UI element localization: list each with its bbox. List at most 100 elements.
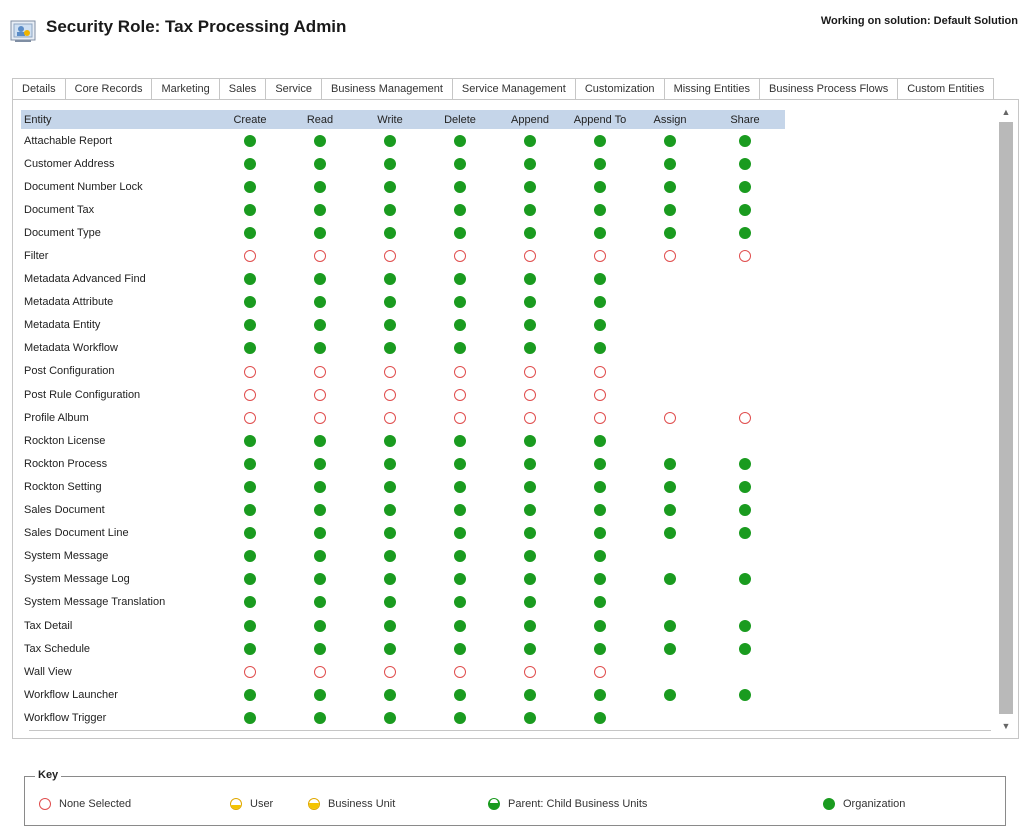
organization-level-icon[interactable] [524,157,536,170]
privilege-cell-assign[interactable] [635,614,705,637]
organization-level-icon[interactable] [314,157,326,170]
organization-level-icon[interactable] [524,457,536,470]
privilege-cell-create[interactable] [215,291,285,314]
organization-level-icon[interactable] [244,481,256,493]
organization-level-icon[interactable] [244,296,256,309]
privilege-cell-write[interactable] [355,152,425,175]
privilege-cell-delete[interactable] [425,614,495,637]
none-selected-icon[interactable] [314,388,326,401]
organization-level-icon[interactable] [244,226,256,239]
organization-level-icon[interactable] [594,296,606,309]
privilege-cell-delete[interactable] [425,291,495,314]
privilege-cell-create[interactable] [215,706,285,729]
organization-level-icon[interactable] [739,504,751,517]
privilege-cell-create[interactable] [215,221,285,244]
privilege-cell-delete[interactable] [425,522,495,545]
organization-level-icon[interactable] [524,273,536,286]
none-selected-icon[interactable] [524,388,536,401]
privilege-cell-share[interactable] [705,406,785,429]
privilege-cell-share[interactable] [705,129,785,152]
none-selected-icon[interactable] [314,250,326,263]
privilege-cell-append-to[interactable] [565,291,635,314]
organization-level-icon[interactable] [244,457,256,470]
none-selected-icon[interactable] [454,250,466,263]
privilege-cell-append-to[interactable] [565,360,635,383]
privilege-cell-delete[interactable] [425,591,495,614]
privilege-cell-delete[interactable] [425,429,495,452]
organization-level-icon[interactable] [524,296,536,309]
organization-level-icon[interactable] [454,203,466,216]
organization-level-icon[interactable] [454,550,466,563]
privilege-cell-append-to[interactable] [565,452,635,475]
privilege-cell-delete[interactable] [425,175,495,198]
organization-level-icon[interactable] [384,296,396,309]
privilege-cell-append[interactable] [495,706,565,729]
organization-level-icon[interactable] [384,134,396,147]
none-selected-icon[interactable] [664,250,676,263]
privilege-cell-create[interactable] [215,268,285,291]
privilege-cell-append[interactable] [495,291,565,314]
privilege-cell-append-to[interactable] [565,383,635,406]
organization-level-icon[interactable] [594,203,606,216]
privilege-cell-append-to[interactable] [565,545,635,568]
organization-level-icon[interactable] [384,550,396,563]
organization-level-icon[interactable] [664,134,676,147]
privilege-cell-append[interactable] [495,221,565,244]
organization-level-icon[interactable] [454,319,466,332]
privilege-cell-write[interactable] [355,360,425,383]
privilege-cell-create[interactable] [215,637,285,660]
privilege-cell-assign[interactable] [635,475,705,498]
organization-level-icon[interactable] [739,573,751,586]
privilege-cell-create[interactable] [215,314,285,337]
privilege-cell-delete[interactable] [425,545,495,568]
organization-level-icon[interactable] [524,434,536,447]
privilege-cell-read[interactable] [285,291,355,314]
privilege-cell-create[interactable] [215,591,285,614]
organization-level-icon[interactable] [384,481,396,493]
organization-level-icon[interactable] [524,342,536,355]
privilege-cell-share[interactable] [705,637,785,660]
none-selected-icon[interactable] [594,250,606,263]
organization-level-icon[interactable] [594,226,606,239]
organization-level-icon[interactable] [314,273,326,286]
none-selected-icon[interactable] [244,365,256,378]
privilege-cell-share[interactable] [705,452,785,475]
privilege-cell-delete[interactable] [425,383,495,406]
privilege-cell-assign[interactable] [635,221,705,244]
none-selected-icon[interactable] [739,250,751,263]
privilege-cell-append[interactable] [495,591,565,614]
organization-level-icon[interactable] [454,619,466,632]
privilege-cell-append[interactable] [495,175,565,198]
organization-level-icon[interactable] [739,619,751,632]
organization-level-icon[interactable] [244,573,256,586]
privilege-cell-create[interactable] [215,337,285,360]
organization-level-icon[interactable] [384,619,396,632]
privilege-cell-create[interactable] [215,175,285,198]
privilege-cell-write[interactable] [355,706,425,729]
organization-level-icon[interactable] [314,434,326,447]
vertical-scrollbar[interactable]: ▲ ▼ [997,104,1015,734]
organization-level-icon[interactable] [664,504,676,517]
organization-level-icon[interactable] [594,711,606,724]
none-selected-icon[interactable] [244,250,256,263]
privilege-cell-append[interactable] [495,129,565,152]
organization-level-icon[interactable] [524,481,536,493]
organization-level-icon[interactable] [594,134,606,147]
privilege-cell-append[interactable] [495,337,565,360]
organization-level-icon[interactable] [594,434,606,447]
privilege-cell-read[interactable] [285,637,355,660]
privilege-cell-append[interactable] [495,314,565,337]
organization-level-icon[interactable] [314,527,326,540]
none-selected-icon[interactable] [384,411,396,424]
organization-level-icon[interactable] [384,273,396,286]
none-selected-icon[interactable] [244,411,256,424]
privilege-cell-assign[interactable] [635,452,705,475]
tab-custom-entities[interactable]: Custom Entities [898,78,995,100]
organization-level-icon[interactable] [664,226,676,239]
privilege-cell-read[interactable] [285,314,355,337]
organization-level-icon[interactable] [594,273,606,286]
organization-level-icon[interactable] [384,434,396,447]
privilege-cell-delete[interactable] [425,198,495,221]
organization-level-icon[interactable] [384,342,396,355]
privilege-cell-write[interactable] [355,129,425,152]
